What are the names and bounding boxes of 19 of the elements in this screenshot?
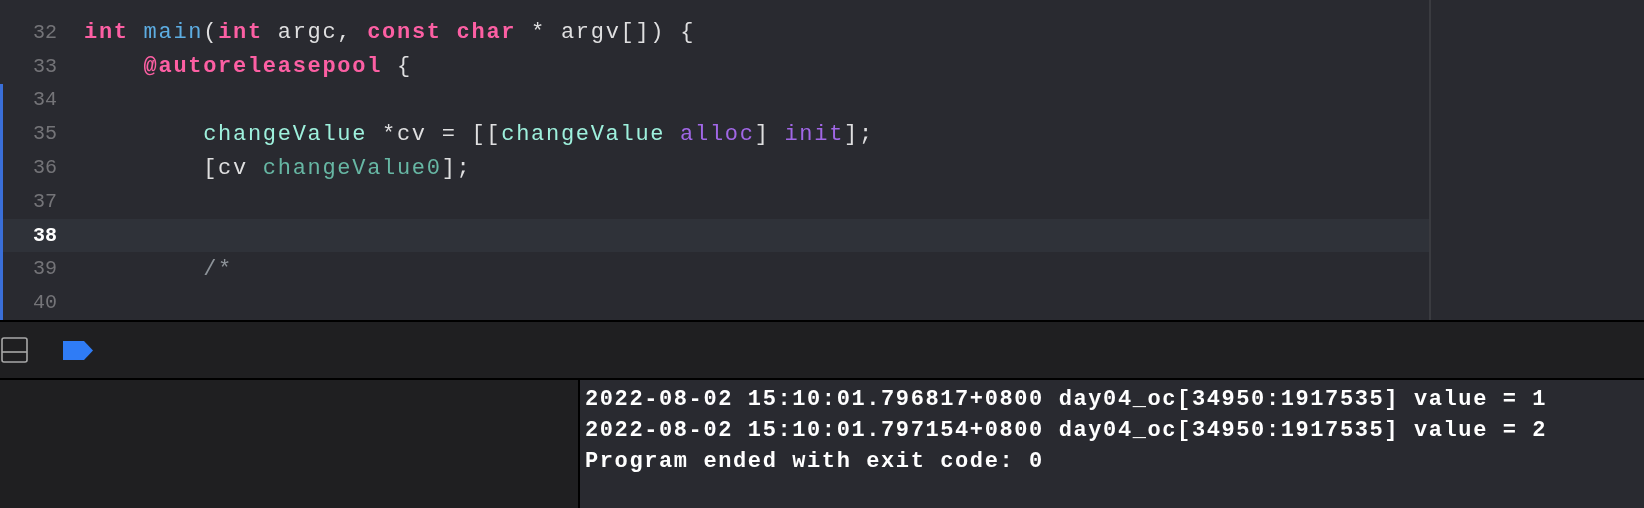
line-number: 39 <box>32 256 57 283</box>
line-number: 36 <box>32 155 57 181</box>
code-line: @autoreleasepool { <box>142 53 412 82</box>
line-number: 38 <box>32 222 57 249</box>
line-number: 40 <box>32 290 57 317</box>
line-number: 34 <box>32 87 57 114</box>
console-line: 2022-08-02 15:10:01.797154+0800 day04_oc[34950:1917535] value = 2 <box>585 417 1549 445</box>
line-number: 32 <box>32 19 57 46</box>
line-number: 37 <box>32 188 57 215</box>
console-line: 2022-08-02 15:10:01.796817+0800 day04_oc[34950:1917535] value = 1 <box>585 386 1549 414</box>
console-line: Program ended with exit code: 0 <box>585 448 1045 476</box>
code-line: [cv changeValue0]; <box>202 154 472 183</box>
code-line: int main(int argc, const char * argv[]) { <box>84 19 696 48</box>
panel-toggle-icon[interactable] <box>1 337 29 363</box>
line-number: 35 <box>32 121 57 148</box>
line-number: 33 <box>32 53 57 80</box>
code-line: /* <box>202 255 234 284</box>
code-line: changeValue *cv = [[changeValue alloc] init]; <box>202 120 874 149</box>
breakpoints-icon[interactable] <box>63 340 93 360</box>
